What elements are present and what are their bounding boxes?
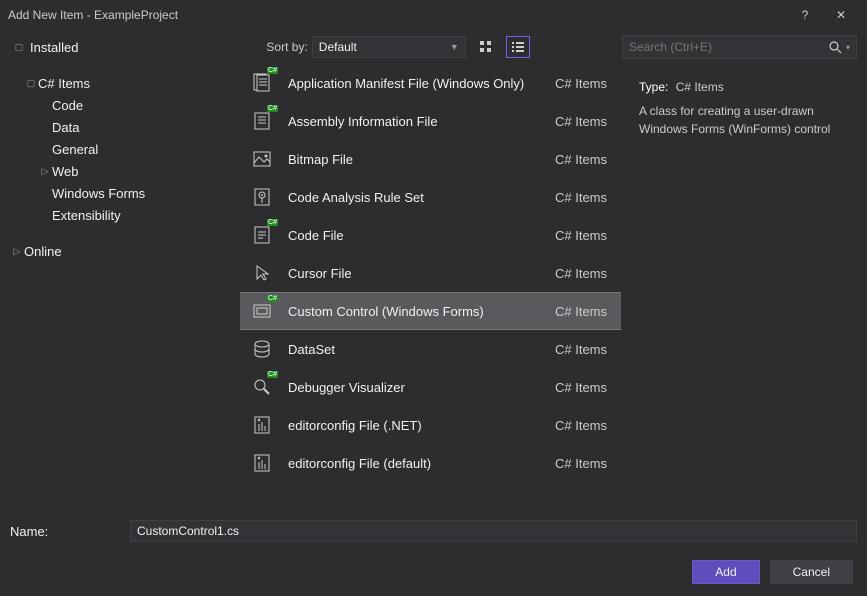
template-label: Code File xyxy=(288,228,541,243)
template-item[interactable]: C# Custom Control (Windows Forms) C# Items xyxy=(240,292,621,330)
tree-item-label: Extensibility xyxy=(52,208,121,223)
cs-badge: C# xyxy=(267,67,278,74)
grid-icon xyxy=(479,40,493,54)
template-label: editorconfig File (default) xyxy=(288,456,541,471)
chevron-right-icon: ▷ xyxy=(38,166,52,177)
template-category: C# Items xyxy=(555,380,611,395)
sortby-dropdown[interactable]: Default ▼ xyxy=(312,36,466,58)
tree-item-label: Data xyxy=(52,120,79,135)
template-item[interactable]: editorconfig File (.NET) C# Items xyxy=(240,406,621,444)
chevron-down-icon: ▢ xyxy=(24,78,38,89)
manifest-icon: C# xyxy=(250,71,274,95)
close-button[interactable]: ✕ xyxy=(823,0,859,30)
search-input[interactable] xyxy=(629,40,828,54)
editorconfig-icon xyxy=(250,413,274,437)
tree-item[interactable]: ▢C# Items xyxy=(10,72,240,94)
tree-item-label: Web xyxy=(52,164,79,179)
installed-label: Installed xyxy=(30,40,78,55)
chevron-down-icon: ▼ xyxy=(450,42,459,52)
customcontrol-icon: C# xyxy=(250,299,274,323)
template-item[interactable]: C# Code File C# Items xyxy=(240,216,621,254)
tree-item-label: General xyxy=(52,142,98,157)
template-label: Cursor File xyxy=(288,266,541,281)
cursor-icon xyxy=(250,261,274,285)
bitmap-icon xyxy=(250,147,274,171)
template-item[interactable]: C# Application Manifest File (Windows Onl… xyxy=(240,64,621,102)
template-item[interactable]: Cursor File C# Items xyxy=(240,254,621,292)
chevron-down-icon: ▢ xyxy=(12,42,26,53)
tree-item[interactable]: Windows Forms xyxy=(10,182,240,204)
search-icon xyxy=(828,40,842,54)
desc-type-value: C# Items xyxy=(676,80,724,94)
template-item[interactable]: editorconfig File (default) C# Items xyxy=(240,444,621,482)
template-item[interactable]: C# Assembly Information File C# Items xyxy=(240,102,621,140)
search-box[interactable]: ▾ xyxy=(622,35,857,59)
codefile-icon: C# xyxy=(250,223,274,247)
tree-item[interactable]: Code xyxy=(10,94,240,116)
ruleset-icon xyxy=(250,185,274,209)
template-label: DataSet xyxy=(288,342,541,357)
template-label: Custom Control (Windows Forms) xyxy=(288,304,541,319)
cs-badge: C# xyxy=(267,105,278,112)
chevron-right-icon: ▷ xyxy=(10,246,24,257)
desc-text: A class for creating a user-drawn Window… xyxy=(639,102,849,138)
sortby-label: Sort by: xyxy=(266,40,307,54)
template-category: C# Items xyxy=(555,304,611,319)
description-panel: Type: C# Items A class for creating a us… xyxy=(621,64,867,514)
add-button[interactable]: Add xyxy=(692,560,759,584)
search-dropdown-icon[interactable]: ▾ xyxy=(846,43,850,52)
list-icon xyxy=(511,40,525,54)
template-category: C# Items xyxy=(555,190,611,205)
tree-item-label: C# Items xyxy=(38,76,90,91)
cs-badge: C# xyxy=(267,219,278,226)
template-item[interactable]: Bitmap File C# Items xyxy=(240,140,621,178)
name-input[interactable] xyxy=(130,520,857,542)
template-category: C# Items xyxy=(555,76,611,91)
template-list[interactable]: C# Application Manifest File (Windows Onl… xyxy=(240,64,621,514)
tree-item-label: Online xyxy=(24,244,62,259)
editorconfig-icon xyxy=(250,451,274,475)
cs-badge: C# xyxy=(267,371,278,378)
category-tree: ▢C# ItemsCodeDataGeneral▷WebWindows Form… xyxy=(0,64,240,514)
installed-toggle[interactable]: ▢ Installed xyxy=(10,40,78,55)
tree-item-label: Code xyxy=(52,98,83,113)
template-category: C# Items xyxy=(555,342,611,357)
template-category: C# Items xyxy=(555,228,611,243)
cs-badge: C# xyxy=(267,295,278,302)
template-label: Code Analysis Rule Set xyxy=(288,190,541,205)
assembly-icon: C# xyxy=(250,109,274,133)
window-title: Add New Item - ExampleProject xyxy=(8,8,787,22)
template-label: Debugger Visualizer xyxy=(288,380,541,395)
name-label: Name: xyxy=(10,524,120,539)
sortby-value: Default xyxy=(319,40,357,54)
view-list-button[interactable] xyxy=(506,36,530,58)
desc-type-label: Type: xyxy=(639,80,668,94)
tree-item[interactable]: Data xyxy=(10,116,240,138)
cancel-button[interactable]: Cancel xyxy=(770,560,853,584)
tree-item-online[interactable]: ▷ Online xyxy=(10,240,240,262)
dataset-icon xyxy=(250,337,274,361)
debugvis-icon: C# xyxy=(250,375,274,399)
template-label: editorconfig File (.NET) xyxy=(288,418,541,433)
template-label: Bitmap File xyxy=(288,152,541,167)
tree-item[interactable]: ▷Web xyxy=(10,160,240,182)
template-label: Application Manifest File (Windows Only) xyxy=(288,76,541,91)
template-category: C# Items xyxy=(555,114,611,129)
help-button[interactable]: ? xyxy=(787,0,823,30)
template-category: C# Items xyxy=(555,266,611,281)
tree-item-label: Windows Forms xyxy=(52,186,145,201)
tree-item[interactable]: General xyxy=(10,138,240,160)
template-category: C# Items xyxy=(555,456,611,471)
tree-item[interactable]: Extensibility xyxy=(10,204,240,226)
template-item[interactable]: DataSet C# Items xyxy=(240,330,621,368)
template-label: Assembly Information File xyxy=(288,114,541,129)
template-category: C# Items xyxy=(555,418,611,433)
template-category: C# Items xyxy=(555,152,611,167)
view-grid-button[interactable] xyxy=(474,36,498,58)
template-item[interactable]: Code Analysis Rule Set C# Items xyxy=(240,178,621,216)
template-item[interactable]: C# Debugger Visualizer C# Items xyxy=(240,368,621,406)
